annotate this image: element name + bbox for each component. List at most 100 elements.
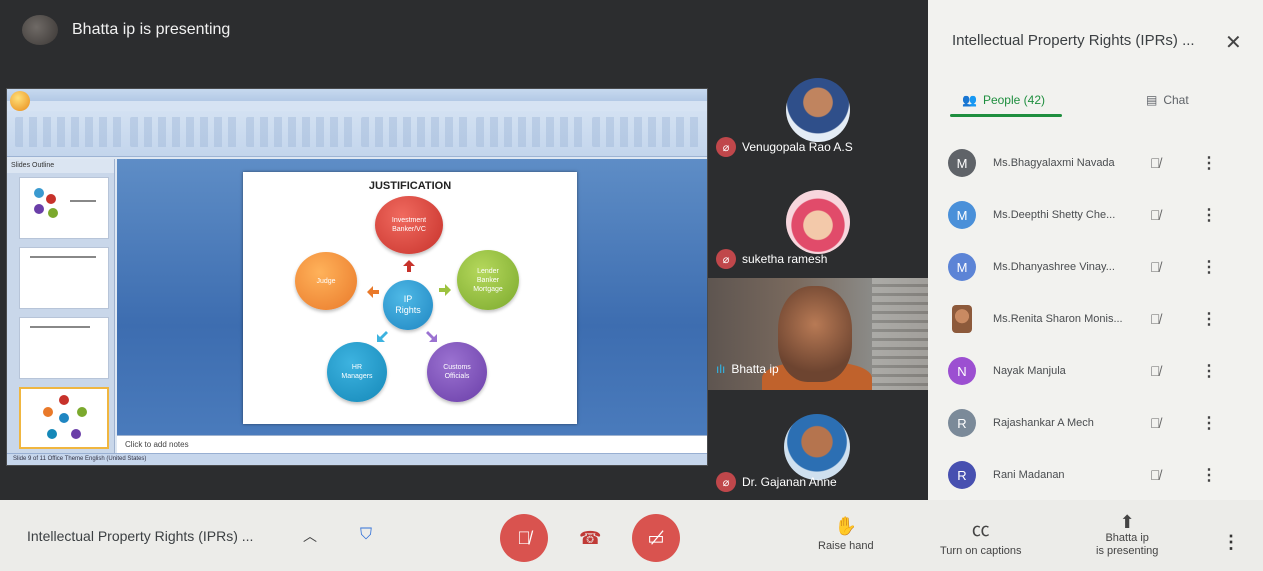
slide-thumbnails: Slides Outline: [7, 159, 115, 453]
meeting-title[interactable]: Intellectual Property Rights (IPRs) ...: [27, 528, 253, 544]
tile-venugopala: ⌀ Venugopala Rao A.S: [716, 137, 853, 157]
tile-bhatta: ılı Bhatta ip: [716, 362, 779, 376]
participant-avatar: R: [948, 409, 976, 437]
raise-hand-button[interactable]: ✋ Raise hand: [818, 516, 874, 552]
participant-avatar: M: [948, 253, 976, 281]
more-options-icon[interactable]: ⋮: [1201, 205, 1217, 225]
notes-pane[interactable]: Click to add notes: [117, 435, 707, 453]
phone-icon: ☎: [579, 528, 602, 548]
mic-off-icon: ⌀: [716, 472, 736, 492]
participant-avatar: N: [948, 357, 976, 385]
participant-name: Ms.Dhanyashree Vinay...: [993, 261, 1115, 273]
participant-row: N Nayak Manjula 🎙̸ ⋮: [928, 346, 1263, 396]
thumb-tabs[interactable]: Slides Outline: [7, 159, 114, 173]
tab-chat[interactable]: ▤ Chat: [1146, 80, 1189, 120]
node-ip-rights: IP Rights: [383, 280, 433, 330]
mic-off-icon: 🎙̸: [1150, 363, 1161, 379]
current-slide: JUSTIFICATION Investment Banker/VC Judge…: [243, 172, 577, 424]
slide-thumbnail[interactable]: [19, 177, 109, 239]
speaking-icon: ılı: [716, 362, 726, 376]
more-options-icon[interactable]: ⋮: [1201, 413, 1217, 433]
mic-off-icon: 🎙̸: [517, 527, 531, 548]
tile-gajanan: ⌀ Dr. Gajanan Anne: [716, 472, 837, 492]
participant-name: Rajashankar A Mech: [993, 417, 1094, 429]
tab-active-indicator: [950, 114, 1062, 117]
captions-label: Turn on captions: [940, 545, 1022, 557]
participant-avatar: M: [948, 201, 976, 229]
presenter-avatar: [22, 15, 58, 45]
arrow-left-icon: [367, 286, 379, 298]
mic-off-icon: 🎙̸: [1150, 311, 1161, 327]
panel-title: Intellectual Property Rights (IPRs) ...: [952, 32, 1195, 49]
mic-off-icon: 🎙̸: [1150, 259, 1161, 275]
shield-icon[interactable]: ⛉: [360, 526, 378, 546]
chevron-up-icon[interactable]: ︿: [303, 526, 317, 546]
captions-button[interactable]: ㏄ Turn on captions: [940, 516, 1022, 557]
arrow-up-icon: [403, 260, 415, 272]
presenting-line1: Bhatta ip: [1105, 532, 1149, 544]
participant-name: Ms.Renita Sharon Monis...: [993, 313, 1123, 325]
gajanan-avatar: [784, 414, 850, 480]
participant-avatar: M: [948, 149, 976, 177]
participant-list: M Ms.Bhagyalaxmi Navada 🎙̸ ⋮ M Ms.Deepth…: [928, 118, 1263, 498]
arrow-downright-icon: [426, 331, 437, 342]
participant-row: R Rani Madanan 🎙̸ ⋮: [928, 450, 1263, 498]
ppt-status-bar: Slide 9 of 11 Office Theme English (Unit…: [7, 453, 707, 465]
node-lender: Lender Banker Mortgage: [457, 250, 519, 310]
hang-up-button[interactable]: ☎: [579, 528, 601, 549]
participant-name: Nayak Manjula: [993, 365, 1066, 377]
office-button-icon: [10, 91, 30, 111]
slide-thumbnail[interactable]: [19, 247, 109, 309]
participant-row: R Rajashankar A Mech 🎙̸ ⋮: [928, 398, 1263, 448]
more-options-icon[interactable]: ⋮: [1222, 532, 1240, 553]
slide-thumbnail-selected[interactable]: [19, 387, 109, 449]
meeting-stage: Bhatta ip is presenting Slides Outline C…: [0, 0, 928, 500]
mic-toggle-button[interactable]: 🎙̸: [500, 514, 548, 562]
mic-off-icon: 🎙̸: [1150, 155, 1161, 171]
ppt-ribbon: [7, 89, 707, 157]
participant-name: Ms.Bhagyalaxmi Navada: [993, 157, 1115, 169]
venugopala-avatar: [786, 78, 850, 142]
suketha-avatar: [786, 190, 850, 254]
tile-suketha: ⌀ suketha ramesh: [716, 249, 827, 269]
present-icon: ⬆: [1119, 512, 1135, 532]
participant-photo: [952, 305, 972, 333]
node-investment-banker: Investment Banker/VC: [375, 196, 443, 254]
hand-icon: ✋: [834, 516, 858, 536]
node-customs-officials: Customs Officials: [427, 342, 487, 402]
participant-row: M Ms.Bhagyalaxmi Navada 🎙̸ ⋮: [928, 138, 1263, 188]
close-icon[interactable]: ✕: [1225, 30, 1242, 55]
more-options-icon[interactable]: ⋮: [1201, 309, 1217, 329]
more-options-icon[interactable]: ⋮: [1201, 153, 1217, 173]
mic-off-icon: 🎙̸: [1150, 415, 1161, 431]
more-options-icon[interactable]: ⋮: [1201, 257, 1217, 277]
side-panel: Intellectual Property Rights (IPRs) ... …: [928, 0, 1263, 500]
captions-icon: ㏄: [971, 520, 990, 540]
tile-name-label: Bhatta ip: [731, 362, 779, 376]
tile-name-label: Venugopala Rao A.S: [742, 140, 853, 154]
participant-row: M Ms.Deepthi Shetty Che... 🎙̸ ⋮: [928, 190, 1263, 240]
node-hr-managers: HR Managers: [327, 342, 387, 402]
presenting-line2: is presenting: [1096, 545, 1159, 557]
raise-hand-label: Raise hand: [818, 540, 874, 552]
more-options-icon[interactable]: ⋮: [1201, 361, 1217, 381]
participant-name: Rani Madanan: [993, 469, 1065, 481]
camera-off-icon: ▭̸: [647, 527, 665, 548]
present-button[interactable]: ⬆ Bhatta ip is presenting: [1096, 512, 1159, 558]
tab-people-label: People (42): [982, 93, 1045, 107]
mic-off-icon: 🎙̸: [1150, 467, 1161, 483]
presenter-label: Bhatta ip is presenting: [72, 21, 231, 38]
chat-icon: ▤: [1146, 93, 1158, 107]
mic-off-icon: ⌀: [716, 137, 736, 157]
participant-name: Ms.Deepthi Shetty Che...: [993, 209, 1116, 221]
mic-off-icon: ⌀: [716, 249, 736, 269]
slide-title: JUSTIFICATION: [368, 180, 452, 192]
mic-off-icon: 🎙̸: [1150, 207, 1161, 223]
camera-toggle-button[interactable]: ▭̸: [632, 514, 680, 562]
slide-thumbnail[interactable]: [19, 317, 109, 379]
bottom-control-bar: Intellectual Property Rights (IPRs) ... …: [0, 500, 1263, 571]
presenter-banner: Bhatta ip is presenting: [22, 12, 230, 48]
participant-row: M Ms.Dhanyashree Vinay... 🎙̸ ⋮: [928, 242, 1263, 292]
video-tile-bhatta: ılı Bhatta ip: [708, 278, 928, 390]
more-options-icon[interactable]: ⋮: [1201, 465, 1217, 485]
